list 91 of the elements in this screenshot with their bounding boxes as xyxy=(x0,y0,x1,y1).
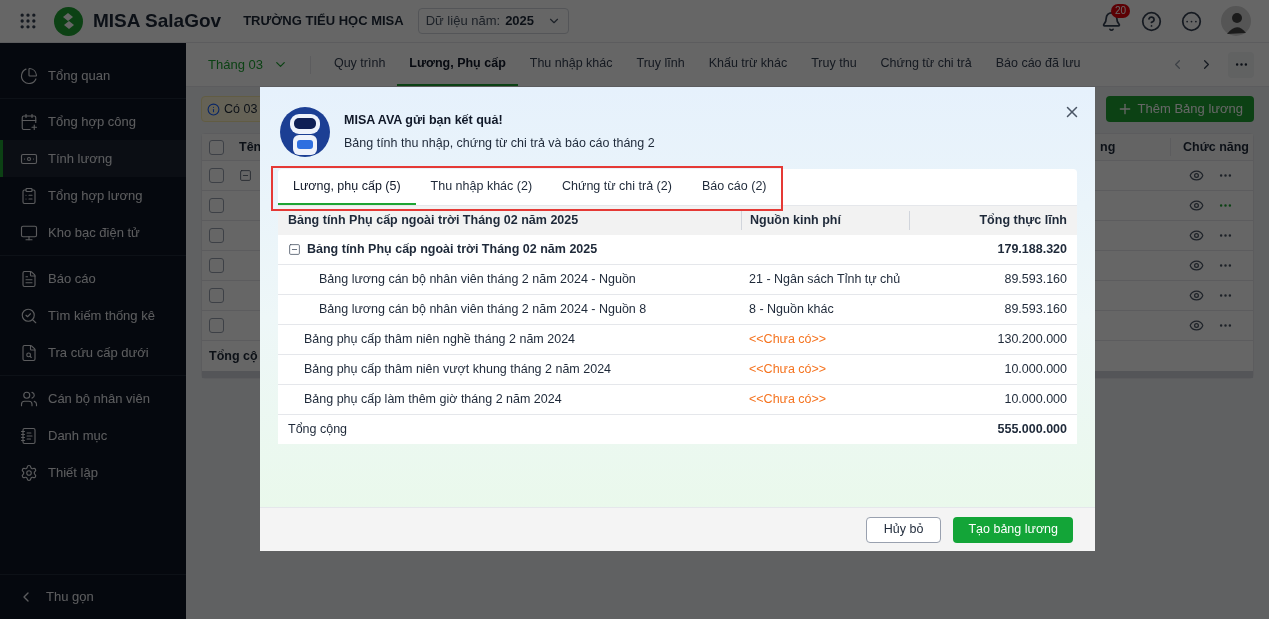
pie-chart-icon xyxy=(20,66,38,85)
amount: 130.200.000 xyxy=(997,332,1067,347)
robot-icon xyxy=(278,105,332,159)
total-label: Tổng cộng xyxy=(287,421,349,439)
column-header: Tên xyxy=(239,138,262,156)
funding-source: <<Chưa có>> xyxy=(749,362,827,377)
amount: 10.000.000 xyxy=(1004,362,1067,377)
funding-source: 21 - Ngân sách Tỉnh tự chủ xyxy=(749,272,901,287)
month-selector[interactable]: Tháng 03 xyxy=(208,43,310,86)
people-icon xyxy=(20,389,38,408)
notification-badge: 20 xyxy=(1111,3,1131,18)
amount: 179.188.320 xyxy=(997,242,1067,257)
view-icon[interactable] xyxy=(1189,168,1204,183)
cancel-button[interactable]: Hủy bỏ xyxy=(865,516,942,543)
sidebar-item[interactable]: Tìm kiếm thống kê xyxy=(0,297,186,334)
tab[interactable]: Báo cáo đã lưu xyxy=(983,43,1093,86)
row-name: Bảng tính Phụ cấp ngoài trời Tháng 02 năm 2025 xyxy=(307,241,598,259)
checkbox[interactable] xyxy=(209,228,224,243)
collapse-icon[interactable] xyxy=(239,169,252,182)
tab[interactable]: Thu nhập khác xyxy=(517,43,625,86)
checkbox[interactable] xyxy=(209,198,224,213)
create-payroll-button[interactable]: Tạo bảng lương xyxy=(953,516,1073,543)
logo-icon xyxy=(54,6,83,36)
amount: 10.000.000 xyxy=(1004,392,1067,407)
row-name: Bảng phụ cấp làm thêm giờ tháng 2 năm 2024 xyxy=(304,391,562,409)
column-header: Chức năng xyxy=(1170,137,1253,157)
clipboard-icon xyxy=(20,186,38,205)
grand-total: 555.000.000 xyxy=(997,421,1068,439)
add-payroll-button[interactable]: Thêm Bảng lương xyxy=(1105,96,1254,122)
info-icon xyxy=(207,102,220,116)
tab[interactable]: Quy trình xyxy=(321,43,398,86)
organization-name: TRƯỜNG TIỂU HỌC MISA xyxy=(243,12,404,31)
funding-source: <<Chưa có>> xyxy=(749,332,827,347)
search-icon xyxy=(20,306,38,325)
view-icon[interactable] xyxy=(1189,258,1204,273)
checkbox[interactable] xyxy=(209,139,224,155)
amount: 89.593.160 xyxy=(1004,302,1067,317)
dialog-subtitle: Bảng tính thu nhập, chứng từ chi trả và báo cáo tháng 2 xyxy=(344,135,655,152)
calendar-icon xyxy=(20,112,38,131)
funding-source: <<Chưa có>> xyxy=(749,392,827,407)
funding-source: 8 - Nguồn khác xyxy=(749,302,834,317)
view-icon[interactable] xyxy=(1189,288,1204,303)
total-label: Tổng cộ xyxy=(209,347,258,365)
amount: 89.593.160 xyxy=(1004,272,1067,287)
sidebar-item[interactable]: Danh mục xyxy=(0,417,186,454)
apps-icon[interactable] xyxy=(18,11,38,31)
checkbox[interactable] xyxy=(209,168,224,183)
dialog-title: MISA AVA gửi bạn kết quả! xyxy=(344,112,504,130)
view-icon[interactable] xyxy=(1189,318,1204,333)
sidebar-item[interactable]: Tính lương xyxy=(0,140,186,177)
app-name: MISA SalaGov xyxy=(93,8,222,33)
avatar[interactable] xyxy=(1221,6,1251,36)
checkbox[interactable] xyxy=(209,288,224,303)
sidebar-item[interactable]: Tra cứu cấp dưới xyxy=(0,334,186,371)
row-name: Bảng phụ cấp thâm niên vượt khung tháng 2 năm 2024 xyxy=(304,361,612,379)
year-selector[interactable]: Dữ liệu năm: 2025 xyxy=(417,8,570,34)
notebook-icon xyxy=(20,426,38,445)
sidebar-item[interactable]: Tổng hợp công xyxy=(0,103,186,140)
checkbox[interactable] xyxy=(209,318,224,333)
tab[interactable]: Khấu trừ khác xyxy=(696,43,800,86)
sidebar-item[interactable]: Cán bộ nhân viên xyxy=(0,380,186,417)
sidebar-item[interactable]: Thiết lập xyxy=(0,454,186,491)
sidebar-item[interactable]: Tổng quan xyxy=(0,57,186,94)
collapse-button[interactable]: Thu gọn xyxy=(0,574,186,619)
column-header: ng xyxy=(1099,138,1117,156)
collapse-icon[interactable] xyxy=(288,243,301,256)
sidebar-item[interactable]: Kho bạc điện tử xyxy=(0,214,186,251)
column-header: Bảng tính Phụ cấp ngoài trời Tháng 02 năm 2025 xyxy=(287,212,580,230)
checkbox[interactable] xyxy=(209,258,224,273)
more-icon[interactable] xyxy=(1181,10,1202,32)
help-icon[interactable] xyxy=(1141,10,1162,32)
notice-text: Có 03 xyxy=(224,100,258,118)
view-icon[interactable] xyxy=(1189,198,1204,213)
more-button[interactable] xyxy=(1228,51,1254,78)
sidebar-item[interactable]: Tổng hợp lương xyxy=(0,177,186,214)
tab[interactable]: Truy lĩnh xyxy=(624,43,697,86)
row-name: Bảng lương cán bộ nhân viên tháng 2 năm 2024 - Nguồn xyxy=(319,271,636,289)
document-icon xyxy=(20,269,38,288)
settings-icon xyxy=(20,463,38,482)
tab[interactable]: Truy thu xyxy=(799,43,869,86)
view-icon[interactable] xyxy=(1189,228,1204,243)
tab[interactable]: Chứng từ chi trả xyxy=(868,43,984,86)
sidebar-item[interactable]: Báo cáo xyxy=(0,260,186,297)
monitor-icon xyxy=(20,223,38,242)
row-name: Bảng phụ cấp thâm niên nghề tháng 2 năm 2024 xyxy=(304,331,576,349)
file-search-icon xyxy=(20,343,38,362)
column-header: Tổng thực lĩnh xyxy=(909,211,1077,230)
column-header: Nguồn kinh phí xyxy=(741,211,909,230)
tab[interactable]: Chứng từ chi trả (2) xyxy=(547,169,687,205)
row-name: Bảng lương cán bộ nhân viên tháng 2 năm 2024 - Nguồn 8 xyxy=(319,301,647,319)
tab[interactable]: Thu nhập khác (2) xyxy=(415,169,548,205)
